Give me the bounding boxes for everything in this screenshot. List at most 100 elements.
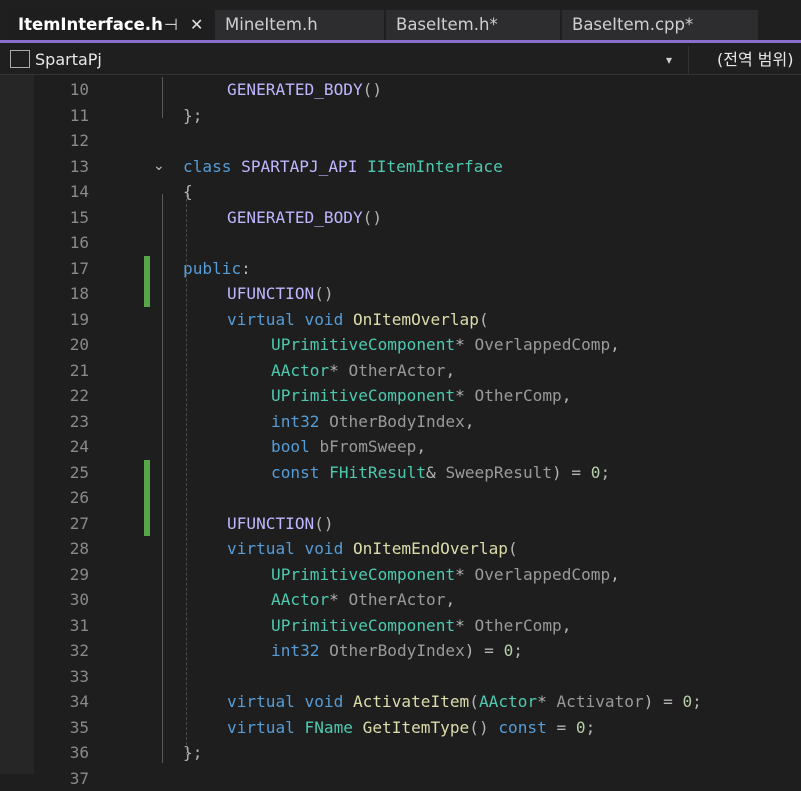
line-number: 15 bbox=[34, 205, 89, 231]
code-token: , bbox=[465, 412, 475, 431]
code-token: ( bbox=[469, 692, 479, 711]
code-line[interactable]: 35virtual FName GetItemType() const = 0; bbox=[34, 715, 801, 741]
code-token: SweepResult bbox=[445, 463, 552, 482]
code-text: GENERATED_BODY() bbox=[227, 205, 382, 231]
code-token: OtherComp bbox=[475, 386, 562, 405]
code-line[interactable]: 36}; bbox=[34, 740, 801, 766]
code-line[interactable]: 26 bbox=[34, 485, 801, 511]
code-line[interactable]: 14{ bbox=[34, 179, 801, 205]
tab-label: BaseItem.cpp* bbox=[572, 15, 693, 34]
code-line[interactable]: 24bool bFromSweep, bbox=[34, 434, 801, 460]
code-line[interactable]: 16 bbox=[34, 230, 801, 256]
code-text: int32 OtherBodyIndex) = 0; bbox=[271, 638, 523, 664]
scope-selector[interactable]: (전역 범위) bbox=[688, 46, 801, 74]
code-line[interactable]: 10GENERATED_BODY() bbox=[34, 77, 801, 103]
line-number: 22 bbox=[34, 383, 89, 409]
code-text: virtual void OnItemOverlap( bbox=[227, 307, 489, 333]
code-token: 0 bbox=[591, 463, 601, 482]
line-number: 35 bbox=[34, 715, 89, 741]
code-token: ) = bbox=[465, 641, 504, 660]
code-text: GENERATED_BODY() bbox=[227, 77, 382, 103]
code-token: UPrimitiveComponent bbox=[271, 565, 455, 584]
pin-icon[interactable]: ⊣ bbox=[164, 10, 178, 40]
code-line[interactable]: 22UPrimitiveComponent* OtherComp, bbox=[34, 383, 801, 409]
code-token: const bbox=[498, 718, 546, 737]
code-token: AActor bbox=[271, 361, 329, 380]
code-line[interactable]: 13⌄class SPARTAPJ_API IItemInterface bbox=[34, 154, 801, 180]
code-line[interactable]: 34virtual void ActivateItem(AActor* Acti… bbox=[34, 689, 801, 715]
code-line[interactable]: 12 bbox=[34, 128, 801, 154]
line-number: 19 bbox=[34, 307, 89, 333]
code-line[interactable]: 37 bbox=[34, 766, 801, 791]
code-token: OtherBodyIndex bbox=[329, 641, 465, 660]
code-token: }; bbox=[183, 106, 202, 125]
code-text: class SPARTAPJ_API IItemInterface bbox=[183, 154, 503, 180]
line-number: 17 bbox=[34, 256, 89, 282]
line-number: 21 bbox=[34, 358, 89, 384]
code-token: () bbox=[363, 208, 382, 227]
code-token: 0 bbox=[576, 718, 586, 737]
scope-label: (전역 범위) bbox=[717, 50, 793, 69]
code-line[interactable]: 30AActor* OtherActor, bbox=[34, 587, 801, 613]
line-number: 29 bbox=[34, 562, 89, 588]
code-line[interactable]: 32 int32 OtherBodyIndex) = 0; bbox=[34, 638, 801, 664]
code-token: * bbox=[537, 692, 556, 711]
code-token: FHitResult bbox=[329, 463, 426, 482]
code-token: void bbox=[305, 310, 353, 329]
code-token: ) = bbox=[552, 463, 591, 482]
project-selector[interactable]: SpartaPj bbox=[10, 46, 102, 74]
code-line[interactable]: 29UPrimitiveComponent* OverlappedComp, bbox=[34, 562, 801, 588]
chevron-down-icon[interactable]: ▾ bbox=[666, 46, 672, 74]
code-token: UPrimitiveComponent bbox=[271, 335, 455, 354]
code-line[interactable]: 11}; bbox=[34, 103, 801, 129]
tab-baseitem-cpp[interactable]: BaseItem.cpp* bbox=[562, 10, 758, 40]
line-number: 32 bbox=[34, 638, 89, 664]
code-line[interactable]: 15 GENERATED_BODY() bbox=[34, 205, 801, 231]
close-icon[interactable]: ✕ bbox=[190, 10, 203, 40]
tab-iteminterface-h[interactable]: ItemInterface.h ⊣ ✕ bbox=[8, 10, 214, 40]
code-line[interactable]: 33 bbox=[34, 664, 801, 690]
code-line[interactable]: 21 AActor* OtherActor, bbox=[34, 358, 801, 384]
code-token: ( bbox=[508, 539, 518, 558]
code-token: ; bbox=[692, 692, 702, 711]
code-text: UFUNCTION() bbox=[227, 281, 334, 307]
code-token: OverlappedComp bbox=[475, 335, 611, 354]
line-number: 11 bbox=[34, 103, 89, 129]
line-number: 27 bbox=[34, 511, 89, 537]
code-line[interactable]: 20UPrimitiveComponent* OverlappedComp, bbox=[34, 332, 801, 358]
code-line[interactable]: 23int32 OtherBodyIndex, bbox=[34, 409, 801, 435]
code-line[interactable]: 27UFUNCTION() bbox=[34, 511, 801, 537]
code-line[interactable]: 28virtual void OnItemEndOverlap( bbox=[34, 536, 801, 562]
code-token: virtual bbox=[227, 718, 305, 737]
code-line[interactable]: 25const FHitResult& SweepResult) = 0; bbox=[34, 460, 801, 486]
code-token: FName bbox=[305, 718, 363, 737]
code-token: UFUNCTION bbox=[227, 284, 314, 303]
code-line[interactable]: 17 public: bbox=[34, 256, 801, 282]
code-token: OtherActor bbox=[349, 590, 446, 609]
code-line[interactable]: 19 virtual void OnItemOverlap( bbox=[34, 307, 801, 333]
code-token: , bbox=[610, 335, 620, 354]
change-marker bbox=[144, 485, 150, 511]
fold-chevron-icon[interactable]: ⌄ bbox=[153, 154, 165, 180]
code-token: * bbox=[455, 616, 474, 635]
code-token: ; bbox=[601, 463, 611, 482]
code-token: GENERATED_BODY bbox=[227, 208, 363, 227]
code-token: UPrimitiveComponent bbox=[271, 616, 455, 635]
code-text: public: bbox=[183, 256, 251, 282]
code-text: AActor* OtherActor, bbox=[271, 358, 455, 384]
left-margin-strip bbox=[0, 75, 34, 774]
code-text: UPrimitiveComponent* OverlappedComp, bbox=[271, 332, 620, 358]
tab-mineitem-h[interactable]: MineItem.h bbox=[215, 10, 384, 40]
code-text: { bbox=[183, 179, 193, 205]
code-token: void bbox=[305, 539, 353, 558]
tab-baseitem-h[interactable]: BaseItem.h* bbox=[386, 10, 560, 40]
code-line[interactable]: 31UPrimitiveComponent* OtherComp, bbox=[34, 613, 801, 639]
line-number: 37 bbox=[34, 766, 89, 791]
code-token: ; bbox=[586, 718, 596, 737]
code-token: int32 bbox=[271, 641, 329, 660]
tab-bar: ItemInterface.h ⊣ ✕ MineItem.h BaseItem.… bbox=[0, 0, 801, 44]
code-token: OnItemEndOverlap bbox=[353, 539, 508, 558]
code-token: const bbox=[271, 463, 329, 482]
code-token: IItemInterface bbox=[367, 157, 503, 176]
code-line[interactable]: 18UFUNCTION() bbox=[34, 281, 801, 307]
